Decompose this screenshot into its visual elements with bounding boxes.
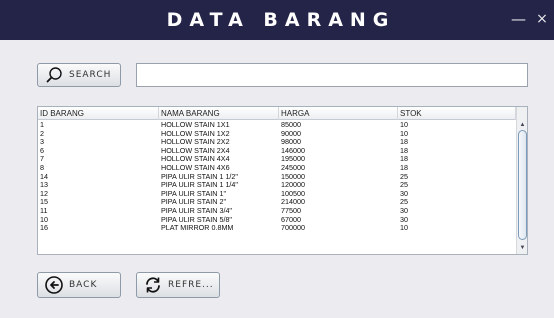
cell-price: 146000 [281, 146, 305, 155]
scroll-up-arrow-icon[interactable]: ▲ [517, 120, 527, 130]
refresh-button[interactable]: REFRE... [136, 272, 220, 298]
back-button-label: BACK [69, 280, 98, 290]
column-header-id[interactable]: ID BARANG [38, 107, 159, 120]
table-header: ID BARANG NAMA BARANG HARGA STOK [38, 107, 516, 120]
cell-stock: 30 [400, 206, 408, 215]
table-row[interactable]: 1 HOLLOW STAIN 1X1 85000 10 [38, 121, 516, 130]
table-row[interactable]: 10 PIPA ULIR STAIN 5/8" 67000 30 [38, 216, 516, 225]
cell-stock: 10 [400, 129, 408, 138]
cell-stock: 25 [400, 181, 408, 190]
table-row[interactable]: 6 HOLLOW STAIN 2X4 146000 18 [38, 147, 516, 156]
table-row[interactable]: 11 PIPA ULIR STAIN 3/4" 77500 30 [38, 207, 516, 216]
vertical-scrollbar[interactable]: ▲ ▼ [516, 107, 527, 254]
cell-id: 6 [40, 146, 44, 155]
app-window: DATA BARANG — × SEARCH ID BARANG NAMA BA… [0, 0, 554, 318]
table-row[interactable]: 13 PIPA ULIR STAIN 1 1/4" 120000 25 [38, 181, 516, 190]
cell-price: 700000 [281, 224, 305, 233]
cell-price: 195000 [281, 155, 305, 164]
scroll-down-arrow-icon[interactable]: ▼ [517, 243, 527, 253]
table-body: 1 HOLLOW STAIN 1X1 85000 10 2 HOLLOW STAIN 1X… [38, 121, 516, 254]
cell-name: HOLLOW STAIN 2X4 [161, 146, 230, 155]
refresh-icon [143, 275, 163, 295]
cell-id: 3 [40, 138, 44, 147]
cell-stock: 10 [400, 224, 408, 233]
search-button-label: SEARCH [69, 70, 112, 80]
cell-name: PIPA ULIR STAIN 5/8" [161, 215, 232, 224]
table-row[interactable]: 3 HOLLOW STAIN 2X2 98000 18 [38, 138, 516, 147]
cell-name: HOLLOW STAIN 4X6 [161, 163, 230, 172]
cell-stock: 30 [400, 189, 408, 198]
cell-price: 150000 [281, 172, 305, 181]
cell-id: 16 [40, 224, 48, 233]
cell-price: 77500 [281, 206, 301, 215]
title-bar[interactable]: DATA BARANG — × [0, 0, 554, 40]
cell-price: 67000 [281, 215, 301, 224]
cell-stock: 10 [400, 121, 408, 129]
cell-id: 13 [40, 181, 48, 190]
cell-name: PIPA ULIR STAIN 1 1/2" [161, 172, 238, 181]
table-row[interactable]: 12 PIPA ULIR STAIN 1" 100500 30 [38, 190, 516, 199]
cell-name: HOLLOW STAIN 1X1 [161, 121, 230, 129]
refresh-button-label: REFRE... [168, 280, 214, 290]
cell-id: 14 [40, 172, 48, 181]
cell-name: HOLLOW STAIN 1X2 [161, 129, 230, 138]
cell-id: 15 [40, 198, 48, 207]
cell-stock: 25 [400, 198, 408, 207]
cell-price: 120000 [281, 181, 305, 190]
cell-id: 2 [40, 129, 44, 138]
cell-name: PIPA ULIR STAIN 2" [161, 198, 226, 207]
cell-name: PLAT MIRROR 0.8MM [161, 224, 234, 233]
cell-id: 12 [40, 189, 48, 198]
cell-price: 100500 [281, 189, 305, 198]
cell-stock: 30 [400, 215, 408, 224]
cell-price: 90000 [281, 129, 301, 138]
cell-name: PIPA ULIR STAIN 1" [161, 189, 226, 198]
table-row[interactable]: 7 HOLLOW STAIN 4X4 195000 18 [38, 155, 516, 164]
table-row[interactable]: 2 HOLLOW STAIN 1X2 90000 10 [38, 130, 516, 139]
cell-id: 10 [40, 215, 48, 224]
cell-id: 1 [40, 121, 44, 129]
column-header-name[interactable]: NAMA BARANG [159, 107, 279, 120]
scrollbar-thumb[interactable] [518, 130, 527, 240]
cell-id: 7 [40, 155, 44, 164]
cell-name: PIPA ULIR STAIN 1 1/4" [161, 181, 238, 190]
minimize-button[interactable]: — [511, 10, 526, 28]
search-icon [44, 65, 64, 85]
search-input[interactable] [136, 63, 528, 87]
column-header-stock[interactable]: STOK [398, 107, 516, 120]
cell-id: 8 [40, 163, 44, 172]
close-button[interactable]: × [535, 10, 549, 28]
search-button[interactable]: SEARCH [37, 63, 121, 87]
cell-stock: 18 [400, 163, 408, 172]
back-button[interactable]: BACK [37, 272, 121, 298]
cell-price: 98000 [281, 138, 301, 147]
cell-price: 85000 [281, 121, 301, 129]
cell-name: HOLLOW STAIN 2X2 [161, 138, 230, 147]
table-row[interactable]: 8 HOLLOW STAIN 4X6 245000 18 [38, 164, 516, 173]
window-title: DATA BARANG [166, 9, 396, 31]
cell-stock: 18 [400, 155, 408, 164]
cell-stock: 18 [400, 138, 408, 147]
cell-name: HOLLOW STAIN 4X4 [161, 155, 230, 164]
cell-name: PIPA ULIR STAIN 3/4" [161, 206, 232, 215]
cell-price: 214000 [281, 198, 305, 207]
data-table: ID BARANG NAMA BARANG HARGA STOK 1 HOLLOW… [37, 106, 528, 255]
cell-stock: 25 [400, 172, 408, 181]
cell-id: 11 [40, 206, 48, 215]
table-row[interactable]: 16 PLAT MIRROR 0.8MM 700000 10 [38, 224, 516, 233]
column-header-price[interactable]: HARGA [279, 107, 398, 120]
table-row[interactable]: 14 PIPA ULIR STAIN 1 1/2" 150000 25 [38, 173, 516, 182]
cell-price: 245000 [281, 163, 305, 172]
table-row[interactable]: 15 PIPA ULIR STAIN 2" 214000 25 [38, 198, 516, 207]
back-arrow-icon [44, 275, 64, 295]
cell-stock: 18 [400, 146, 408, 155]
